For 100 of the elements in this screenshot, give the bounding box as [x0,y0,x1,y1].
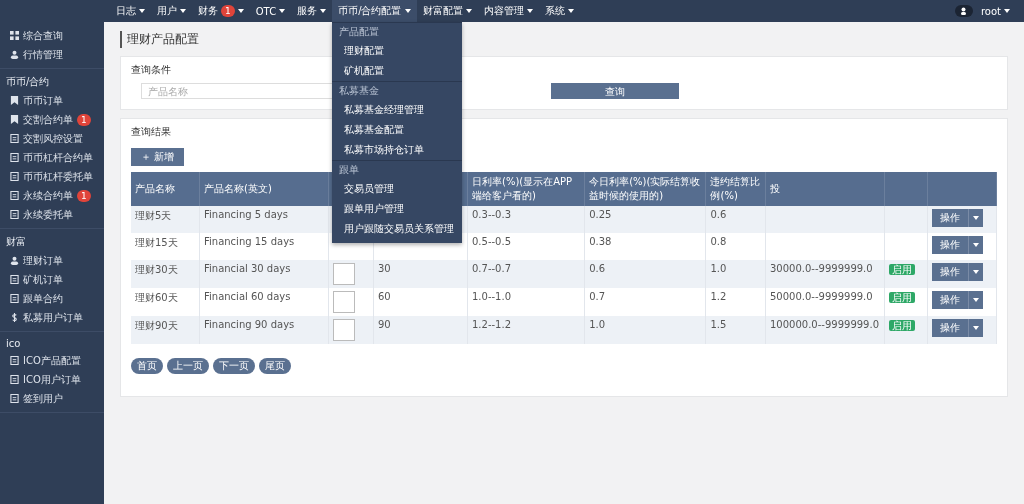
action-button[interactable]: 操作 [932,263,968,281]
menu-item[interactable]: 私募基金配置 [332,120,463,140]
caret-icon [973,270,979,274]
column-header: 违约结算比例(%) [706,172,766,206]
sidebar-item[interactable]: 交割合约单 1 [0,110,104,129]
action-button[interactable]: 操作 [932,209,968,227]
panel-title: 查询条件 [131,63,171,77]
sidebar-item[interactable]: 理财订单 [0,251,104,270]
caret-icon [279,9,286,13]
action-button[interactable]: 操作 [932,319,968,337]
table-cell: 100000.0--9999999.0 [770,319,879,330]
grid-icon [10,31,19,40]
caret-icon [567,9,574,13]
sidebar-item[interactable]: ICO产品配置 [0,351,104,370]
document-icon [10,153,19,162]
sidebar-item[interactable]: ICO用户订单 [0,370,104,389]
nav-menu-item[interactable]: 用户 [151,0,192,22]
document-icon [10,375,19,384]
avatar-icon[interactable] [954,5,973,17]
pagination-button[interactable]: 下一页 [213,358,255,374]
sidebar-item[interactable]: 币币杠杆合约单 [0,148,104,167]
menu-item[interactable]: 跟单用户管理 [332,199,463,219]
sidebar-item[interactable]: 币币订单 [0,91,104,110]
nav-menu-item[interactable]: 财务 1 [192,0,250,22]
menu-item[interactable]: 用户跟随交易员关系管理 [332,219,463,239]
menu-item[interactable]: 私募市场持仓订单 [332,140,463,160]
menu-item[interactable]: 私募基金经理管理 [332,100,463,120]
caret-icon [320,9,327,13]
sidebar-item[interactable]: 综合查询 [0,26,104,45]
document-icon [10,134,19,143]
bookmark-icon [10,96,19,105]
sidebar-item[interactable]: 私募用户订单 [0,308,104,327]
sidebar-item[interactable]: 永续合约单 1 [0,186,104,205]
table-cell: 理财90天 [131,316,200,344]
nav-menu-item[interactable]: 内容管理 [477,0,539,22]
caret-icon [973,298,979,302]
document-icon [10,172,19,181]
sidebar-group-label: 币币/合约 [5,75,51,89]
sidebar-item[interactable]: 跟单合约 [0,289,104,308]
sidebar-item[interactable]: 签到用户 [0,389,104,408]
caret-icon [237,9,244,13]
dropdown-toggle-button[interactable] [968,319,983,337]
document-icon [10,210,19,219]
document-icon [10,356,19,365]
sidebar-item[interactable]: 币币杠杆委托单 [0,167,104,186]
caret-icon [973,326,979,330]
menu-item[interactable]: 矿机配置 [332,61,463,81]
document-icon [10,275,19,284]
column-header: 日利率(%)(显示在APP端给客户看的) [467,172,585,206]
nav-menu-item[interactable]: 币币/合约配置 [332,0,417,22]
pagination-button[interactable]: 首页 [131,358,163,374]
menu-group-label: 产品配置 [332,22,463,41]
menu-item[interactable]: 理财配置 [332,41,463,61]
nav-menu-item[interactable]: 服务 [291,0,333,22]
dropdown-toggle-button[interactable] [968,209,983,227]
table-cell: 1.2--1.2 [467,316,585,344]
pagination-button[interactable]: 上一页 [167,358,209,374]
nav-menu-item[interactable]: OTC [249,0,292,22]
menu-item[interactable]: 交易员管理 [332,179,463,199]
document-icon [10,191,19,200]
people-icon [10,50,19,59]
pagination-button[interactable]: 尾页 [259,358,291,374]
table-cell: 50000.0--9999999.0 [770,291,873,302]
sidebar-group-label: 财富 [5,235,27,249]
sidebar-item[interactable]: 永续委托单 [0,205,104,224]
add-button[interactable]: ＋ 新增 [131,148,185,166]
table-cell: 1.5 [706,316,766,344]
sidebar-group-label: ico [5,337,22,351]
caret-icon [526,9,533,13]
status-tag: 启用 [889,320,915,331]
column-header: 产品名称 [131,172,200,206]
sidebar-item[interactable]: 交割风控设置 [0,129,104,148]
column-header: 今日利率(%)(实际结算收益时候的使用的) [584,172,706,206]
table-cell: Financing 90 days [199,316,329,344]
table-cell: 1.0 [584,316,706,344]
nav-menu-item[interactable]: 财富配置 [416,0,478,22]
action-button[interactable]: 操作 [932,236,968,254]
dropdown-toggle-button[interactable] [968,236,983,254]
bookmark-icon [10,115,19,124]
query-button[interactable]: 查询 [551,83,679,99]
caret-icon [465,9,472,13]
action-button[interactable]: 操作 [932,291,968,309]
caret-icon [139,9,145,13]
user-menu[interactable]: root [980,0,1010,22]
caret-icon [973,243,979,247]
sidebar-item[interactable]: 矿机订单 [0,270,104,289]
caret-icon [973,216,979,220]
sidebar-item[interactable]: 行情管理 [0,45,104,64]
dropdown-toggle-button[interactable] [968,263,983,281]
table-cell: 60 [378,291,391,302]
dropdown-toggle-button[interactable] [968,291,983,309]
nav-menu-item[interactable]: 日志 [110,0,151,22]
caret-icon [180,9,186,13]
count-badge: 1 [77,113,91,126]
dollar-icon [10,313,19,322]
nav-menu-item[interactable]: 系统 [538,0,580,22]
status-tag: 启用 [889,292,915,303]
status-tag: 启用 [889,264,915,275]
column-header: 投 [765,172,885,206]
caret-icon [404,9,411,13]
